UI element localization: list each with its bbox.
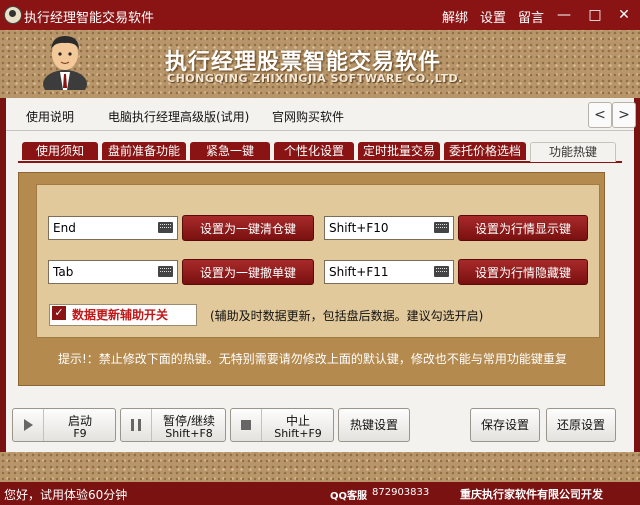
stop-icon [231,409,262,441]
pause-button[interactable]: 暂停/继续 Shift+F8 [120,408,226,442]
nav-next-icon[interactable]: > [612,102,636,128]
tab-scheduled[interactable]: 定时批量交易 [358,142,440,160]
tab-notice[interactable]: 使用须知 [22,142,98,160]
keyboard-icon [434,266,449,277]
hotkey-field-show[interactable]: Shift+F10 [324,216,454,240]
company-credit: 重庆执行家软件有限公司开发 [460,488,603,501]
set-show-key-button[interactable]: 设置为行情显示键 [458,215,588,241]
hotkey-tip: 提示!：禁止修改下面的热键。无特别需要请勿修改上面的默认键，修改也不能与常用功能… [58,352,567,366]
keyboard-icon [158,222,173,233]
avatar-icon [43,36,87,90]
trial-status: 您好，试用体验60分钟 [4,488,128,502]
stop-key: Shift+F9 [274,427,322,440]
start-button[interactable]: 启动 F9 [12,408,116,442]
qq-label: QQ客服 [330,491,368,502]
maximize-icon[interactable]: □ [584,5,606,25]
data-assist-checkbox[interactable]: ✓ [52,306,66,320]
save-settings-button[interactable]: 保存设置 [470,408,540,442]
keyboard-icon [434,222,449,233]
tab-price-level[interactable]: 委托价格选档 [444,142,526,160]
stop-button[interactable]: 中止 Shift+F9 [230,408,334,442]
data-assist-hint: (辅助及时数据更新，包括盘后数据。建议勾选开启) [210,309,484,323]
nav-prev-icon[interactable]: < [588,102,612,128]
minimize-icon[interactable]: — [553,5,575,25]
tab-personalize[interactable]: 个性化设置 [274,142,354,160]
tab-premarket[interactable]: 盘前准备功能 [102,142,186,160]
start-key: F9 [73,427,87,440]
settings-link[interactable]: 设置 [480,7,506,26]
nav-item-buy[interactable]: 官网购买软件 [272,108,344,125]
hotkey-value: Shift+F11 [329,265,389,279]
hotkey-value: Tab [53,265,74,279]
restore-settings-button[interactable]: 还原设置 [546,408,616,442]
nav-item-advanced[interactable]: 电脑执行经理高级版(试用) [108,108,249,125]
tab-hotkeys[interactable]: 功能热键 [530,142,616,162]
hotkey-field-clear[interactable]: End [48,216,178,240]
set-cancel-key-button[interactable]: 设置为一键撤单键 [182,259,314,285]
close-icon[interactable]: ✕ [613,5,635,25]
hotkey-value: Shift+F10 [329,221,389,235]
keyboard-icon [158,266,173,277]
hotkey-field-cancel[interactable]: Tab [48,260,178,284]
hotkey-field-hide[interactable]: Shift+F11 [324,260,454,284]
footer-band [0,452,640,482]
pause-key: Shift+F8 [165,427,213,440]
data-assist-label[interactable]: 数据更新辅助开关 [72,306,168,323]
tab-emergency[interactable]: 紧急一键 [190,142,270,160]
hotkey-settings-button[interactable]: 热键设置 [338,408,410,442]
nav-item-instructions[interactable]: 使用说明 [26,108,74,125]
message-link[interactable]: 留言 [518,7,544,26]
app-icon [4,6,22,24]
pause-icon [121,409,152,441]
unbind-link[interactable]: 解绑 [442,7,468,26]
window-title: 执行经理智能交易软件 [24,11,155,26]
set-clear-key-button[interactable]: 设置为一键清仓键 [182,215,314,241]
banner-subtitle: CHONGQING ZHIXINGJIA SOFTWARE CO.,LTD. [167,72,463,85]
qq-number[interactable]: 872903833 [372,487,429,498]
play-icon [13,409,44,441]
hotkey-value: End [53,221,76,235]
set-hide-key-button[interactable]: 设置为行情隐藏键 [458,259,588,285]
